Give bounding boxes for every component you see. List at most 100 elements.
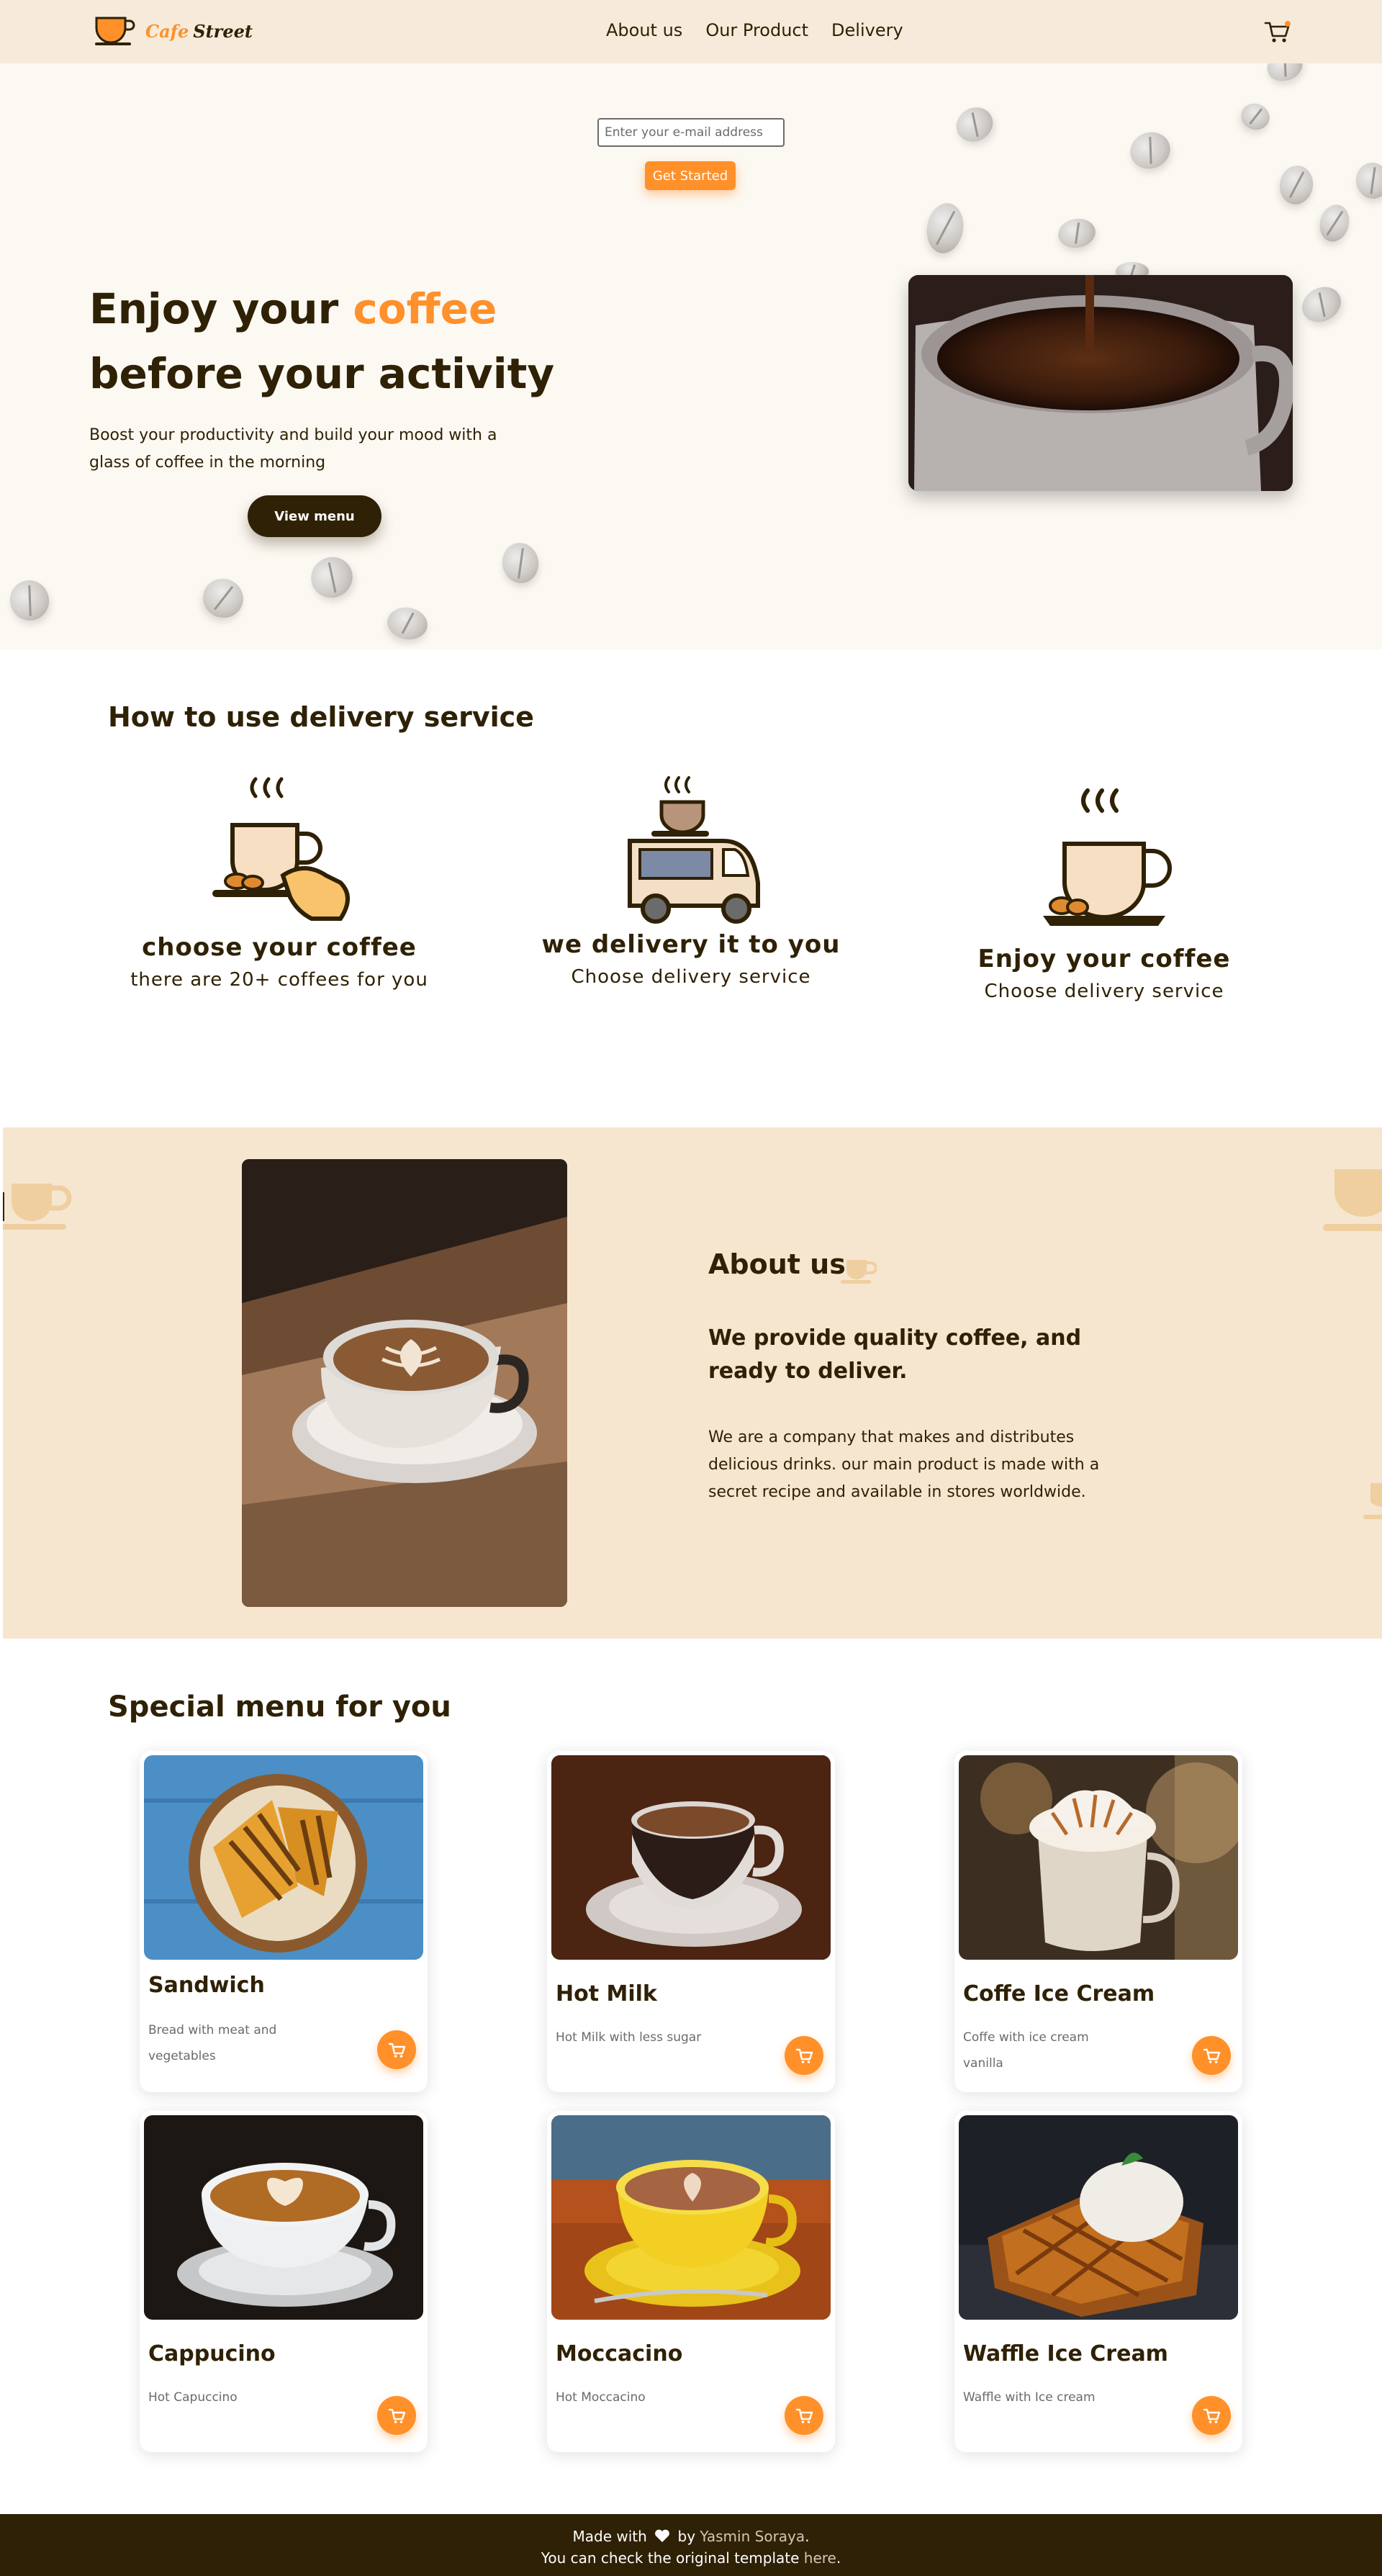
coffee-bean-decoration	[1353, 160, 1382, 202]
menu-item-description: Hot Milk with less sugar	[556, 2030, 702, 2045]
menu-section-title: Special menu for you	[108, 1690, 451, 1724]
footer-line-1: Made with by Yasmin Soraya.	[0, 2526, 1382, 2547]
footer-author-link[interactable]: Yasmin Soraya	[700, 2528, 805, 2545]
decorative-cup-icon	[1363, 1483, 1382, 1519]
cart-icon	[388, 2043, 406, 2058]
coffee-bean-decoration	[197, 573, 249, 623]
waffle-ice-cream-image	[959, 2115, 1238, 2320]
nav-link-about[interactable]: About us	[606, 20, 682, 40]
menu-item-name: Cappucino	[148, 2341, 276, 2366]
cart-icon	[795, 2408, 813, 2423]
coffee-bean-decoration	[1237, 99, 1273, 134]
about-latte-image	[242, 1159, 567, 1607]
coffee-bean-decoration	[1296, 280, 1347, 329]
decorative-cup-icon	[1323, 1169, 1382, 1231]
hero-description: Boost your productivity and build your m…	[89, 426, 497, 472]
footer-by: by	[677, 2528, 696, 2545]
menu-item-description: Hot Moccacino	[556, 2390, 646, 2405]
add-to-cart-button[interactable]	[785, 2396, 823, 2435]
menu-card-coffe-ice-cream[interactable]: Coffe Ice Cream Coffe with ice cream van…	[954, 1751, 1242, 2092]
menu-item-name: Hot Milk	[556, 1981, 657, 2007]
heart-icon	[655, 2529, 670, 2542]
hero-coffee-image	[908, 275, 1293, 491]
moccacino-image	[551, 2115, 831, 2320]
logo-text-street: Street	[193, 20, 253, 42]
coffee-bean-decoration	[1276, 163, 1316, 207]
menu-card-cappucino[interactable]: Cappucino Hot Capuccino	[140, 2111, 428, 2452]
about-section: About us We provide quality coffee, and …	[3, 1127, 1382, 1639]
get-started-button[interactable]: Get Started	[645, 161, 736, 190]
delivery-section-title: How to use delivery service	[108, 701, 534, 733]
coffee-bean-decoration	[1315, 201, 1354, 246]
add-to-cart-button[interactable]	[1192, 2396, 1231, 2435]
footer-line2-suffix: .	[836, 2549, 841, 2567]
coffee-bean-decoration	[4, 575, 55, 626]
footer: Made with by Yasmin Soraya. You can chec…	[0, 2514, 1382, 2576]
menu-card-waffle-ice-cream[interactable]: Waffle Ice Cream Waffle with Ice cream	[954, 2111, 1242, 2452]
cart-icon	[1203, 2408, 1221, 2423]
nav-link-delivery[interactable]: Delivery	[831, 20, 903, 40]
footer-period: .	[805, 2528, 810, 2545]
sandwich-image	[144, 1755, 423, 1960]
logo-text-cafe: Cafe	[145, 20, 189, 42]
about-title-text: About us	[708, 1248, 846, 1280]
coffee-bean-decoration	[1055, 215, 1098, 251]
coffe-ice-cream-image	[959, 1755, 1238, 1960]
menu-card-sandwich[interactable]: Sandwich Bread with meat and vegetables	[140, 1751, 428, 2092]
delivery-step-1-subtitle: there are 20+ coffees for you	[130, 969, 428, 991]
cart-icon	[388, 2408, 406, 2423]
delivery-step-2-subtitle: Choose delivery service	[571, 966, 811, 988]
delivery-step-3-title: Enjoy your coffee	[977, 945, 1231, 973]
hero-title: Enjoy your coffee before your activity	[89, 276, 554, 406]
add-to-cart-button[interactable]	[377, 2030, 416, 2069]
cart-icon	[1264, 21, 1291, 42]
logo-cup-icon	[95, 17, 135, 45]
hot-milk-image	[551, 1755, 831, 1960]
cart-icon	[795, 2048, 813, 2063]
menu-item-name: Sandwich	[148, 1973, 265, 1998]
coffee-bean-decoration	[384, 604, 430, 643]
menu-item-name: Coffe Ice Cream	[963, 1981, 1155, 2007]
small-cup-icon	[841, 1260, 878, 1284]
hero-title-accent: coffee	[353, 284, 497, 333]
coffee-cup-icon	[1043, 788, 1172, 926]
menu-item-description: Hot Capuccino	[148, 2390, 238, 2405]
add-to-cart-button[interactable]	[1192, 2036, 1231, 2075]
nav-link-product[interactable]: Our Product	[705, 20, 808, 40]
hero-section: Get Started Enjoy your coffee before you…	[0, 63, 1382, 649]
coffee-bean-decoration	[1125, 126, 1175, 175]
delivery-step-1-title: choose your coffee	[142, 933, 417, 962]
menu-item-description: Bread with meat and vegetables	[148, 2023, 277, 2063]
view-menu-button[interactable]: View menu	[248, 495, 381, 537]
about-subtitle: We provide quality coffee, and ready to …	[708, 1325, 1082, 1384]
coffee-bean-decoration	[923, 200, 967, 256]
menu-card-moccacino[interactable]: Moccacino Hot Moccacino	[547, 2111, 835, 2452]
about-description: We are a company that makes and distribu…	[708, 1428, 1100, 1501]
decorative-cup-icon	[3, 1184, 72, 1230]
hero-title-line1: Enjoy your	[89, 284, 353, 333]
top-nav: Cafe Street About us Our Product Deliver…	[0, 0, 1382, 63]
hero-title-line2: before your activity	[89, 349, 555, 398]
add-to-cart-button[interactable]	[785, 2036, 823, 2075]
delivery-step-2: we delivery it to you Choose delivery se…	[525, 775, 857, 988]
delivery-step-1: choose your coffee there are 20+ coffees…	[114, 775, 445, 991]
footer-here-link[interactable]: here	[804, 2549, 836, 2567]
delivery-step-3-subtitle: Choose delivery service	[984, 981, 1224, 1002]
footer-line-2: You can check the original template here…	[0, 2547, 1382, 2569]
delivery-step-2-title: we delivery it to you	[541, 930, 841, 959]
cappucino-image	[144, 2115, 423, 2320]
delivery-step-3: Enjoy your coffee Choose delivery servic…	[939, 775, 1270, 1002]
cart-icon	[1203, 2048, 1221, 2063]
delivery-truck-icon	[628, 776, 760, 924]
cart-button[interactable]	[1263, 17, 1292, 46]
add-to-cart-button[interactable]	[377, 2396, 416, 2435]
menu-card-hot-milk[interactable]: Hot Milk Hot Milk with less sugar	[547, 1751, 835, 2092]
nav-links: About us Our Product Delivery	[606, 20, 903, 40]
logo[interactable]: Cafe Street	[94, 14, 253, 48]
coffee-bean-decoration	[1263, 63, 1307, 86]
footer-line2-prefix: You can check the original template	[541, 2549, 804, 2567]
menu-item-description: Coffe with ice cream vanilla	[963, 2030, 1089, 2071]
menu-item-name: Waffle Ice Cream	[963, 2341, 1168, 2366]
footer-made-with: Made with	[572, 2528, 647, 2545]
email-input[interactable]	[597, 118, 785, 147]
